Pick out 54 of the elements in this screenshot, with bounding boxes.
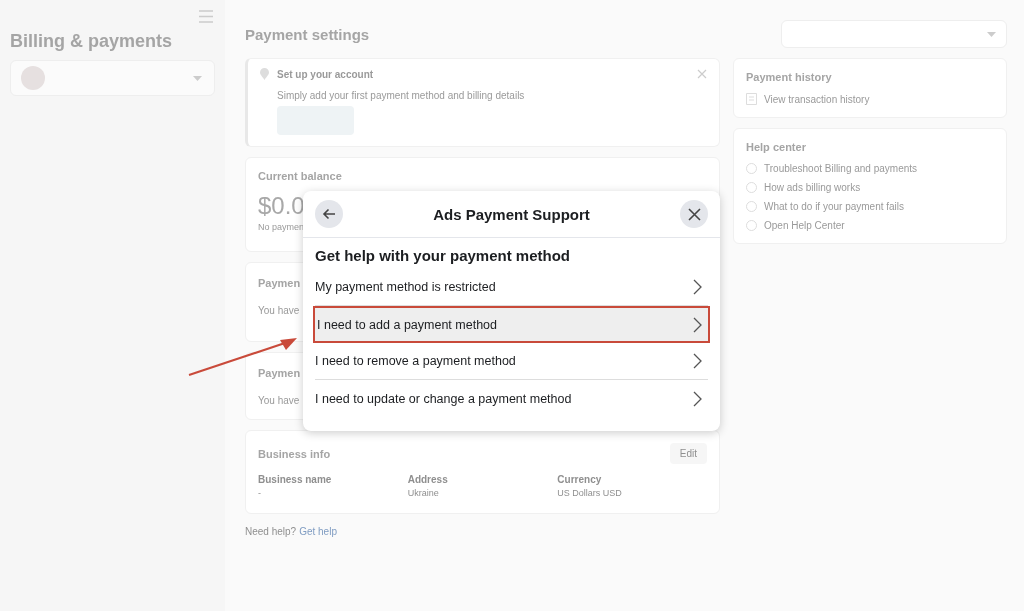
close-button[interactable] (680, 200, 708, 228)
field-label: Address (407, 474, 448, 485)
receipt-icon (746, 93, 757, 105)
sidebar-title: Billing & payments (10, 31, 174, 52)
card-title: Business info (258, 447, 331, 460)
caret-icon (987, 31, 996, 37)
help-topic-icon (746, 201, 757, 212)
pin-icon (260, 68, 269, 80)
field-value: - (258, 488, 261, 498)
field-value: Ukraine (407, 488, 439, 498)
card-title: Current balance (258, 170, 342, 182)
field-value: US Dollars USD (557, 488, 622, 498)
help-topic-icon (746, 163, 757, 174)
help-text: Need help? (245, 526, 297, 537)
close-icon (687, 207, 701, 221)
field-label: Currency (557, 474, 602, 485)
card-title: Set up your account (277, 68, 374, 80)
dialog-heading: Get help with your payment method (314, 246, 572, 266)
option-row[interactable]: I need to remove a payment method (315, 343, 708, 380)
option-row[interactable]: I need to add a payment method (313, 306, 710, 343)
page-title: Payment settings (245, 25, 370, 43)
close-icon[interactable] (697, 69, 707, 79)
back-arrow-icon (322, 208, 336, 220)
option-row[interactable]: I need to update or change a payment method (315, 380, 708, 417)
transaction-history-link[interactable]: View transaction history (764, 93, 870, 105)
help-topic-icon (746, 220, 757, 231)
menu-icon[interactable] (199, 10, 213, 23)
card-title: Payment history (746, 71, 832, 83)
account-dropdown[interactable] (781, 20, 1007, 48)
chevron-right-icon (693, 316, 702, 333)
balance-note: No paymen (258, 222, 305, 232)
balance-amount: $0.0 (258, 192, 305, 220)
field-label: Business name (258, 474, 332, 485)
chevron-right-icon (693, 353, 702, 369)
card-title: Paymen (258, 367, 301, 379)
card-title: Help center (746, 141, 806, 153)
edit-button[interactable]: Edit (669, 443, 707, 464)
chevron-right-icon (693, 390, 702, 407)
chevron-right-icon (693, 279, 702, 295)
avatar-icon (21, 66, 45, 90)
account-dropdown[interactable] (10, 60, 215, 96)
dialog-title: Ads Payment Support (433, 205, 590, 223)
help-link[interactable]: How ads billing works (764, 182, 861, 193)
card-text: You have (258, 305, 300, 316)
caret-icon (193, 75, 202, 81)
help-link[interactable]: Open Help Center (764, 220, 845, 231)
get-help-link[interactable]: Get help (299, 526, 337, 537)
help-link[interactable]: Troubleshoot Billing and payments (764, 163, 918, 174)
help-topic-icon (746, 182, 757, 193)
help-link[interactable]: What to do if your payment fails (764, 201, 905, 212)
card-title: Paymen (258, 277, 301, 289)
card-text: Simply add your first payment method and billing details (277, 90, 526, 101)
back-button[interactable] (315, 200, 343, 228)
card-text: You have (258, 395, 300, 406)
